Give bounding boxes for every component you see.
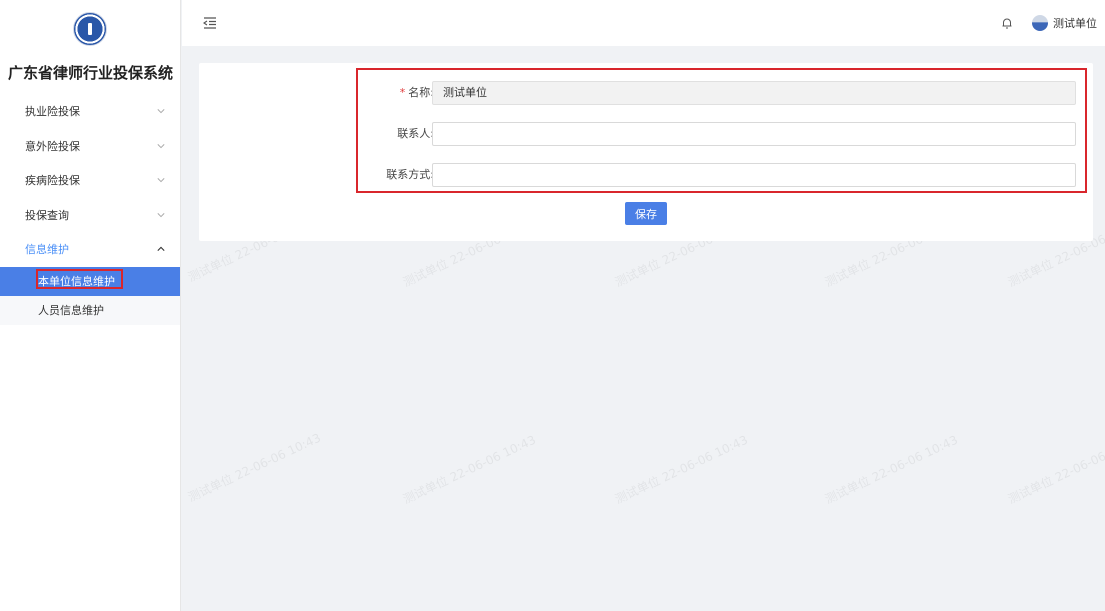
save-button[interactable]: 保存 [625,202,667,225]
chevron-down-icon [156,175,166,185]
unit-info-form: * 名称: 测试单位 联系人: 联系方式: [356,68,1087,193]
logo-icon [73,12,107,46]
sidebar-item-practice-insurance[interactable]: 执业险投保 [0,94,180,129]
chevron-up-icon [156,244,166,254]
user-menu[interactable]: 测试单位 [1032,15,1097,31]
sidebar-item-accident-insurance[interactable]: 意外险投保 [0,129,180,164]
watermark-text: 测试单位 22-06-06 10:43 [612,432,750,507]
highlight-box [36,268,123,289]
sidebar-menu: 执业险投保 意外险投保 疾病险投保 投保查询 信息维护 本单位信息维护 人员信息… [0,94,180,325]
watermark-text: 测试单位 22-06-06 10:43 [1005,433,1105,507]
contact-field[interactable] [432,122,1076,146]
avatar [1032,15,1048,31]
chevron-down-icon [156,210,166,220]
name-field: 测试单位 [432,81,1076,105]
watermark-text: 测试单位 22-06-06 10:43 [822,432,960,507]
bell-icon[interactable] [1000,16,1014,30]
submenu-item-staff-info[interactable]: 人员信息维护 [0,295,180,325]
logo-area [0,0,180,58]
form-row-contact-method: 联系方式: [358,163,1089,187]
contact-label: 联系人: [397,127,434,140]
chevron-down-icon [156,106,166,116]
sidebar: 广东省律师行业投保系统 执业险投保 意外险投保 疾病险投保 投保查询 信息维护 … [0,0,181,611]
watermark-text: 测试单位 22-06-06 10:43 [185,430,323,505]
name-label: * 名称: [399,86,434,99]
app-root: 广东省律师行业投保系统 执业险投保 意外险投保 疾病险投保 投保查询 信息维护 … [0,0,1105,611]
user-name: 测试单位 [1053,17,1097,30]
sidebar-item-label: 意外险投保 [25,139,80,153]
sidebar-item-label: 投保查询 [25,208,69,222]
header-right: 测试单位 [1000,15,1097,31]
contact-method-label: 联系方式: [386,168,434,181]
form-row-name: * 名称: 测试单位 [358,81,1089,105]
sidebar-item-label: 信息维护 [25,243,69,257]
submenu-item-label: 人员信息维护 [38,304,104,317]
sidebar-item-insurance-query[interactable]: 投保查询 [0,198,180,233]
sidebar-item-illness-insurance[interactable]: 疾病险投保 [0,163,180,198]
sidebar-item-label: 疾病险投保 [25,174,80,188]
sidebar-item-info-maintenance[interactable]: 信息维护 [0,232,180,267]
sidebar-item-label: 执业险投保 [25,105,80,119]
chevron-down-icon [156,141,166,151]
top-header: 测试单位 [182,0,1105,46]
form-row-contact: 联系人: [358,122,1089,146]
menu-fold-icon[interactable] [202,16,218,30]
watermark-text: 测试单位 22-06-06 10:43 [400,432,538,507]
app-title: 广东省律师行业投保系统 [8,64,174,82]
contact-method-field[interactable] [432,163,1076,187]
submenu-item-unit-info[interactable]: 本单位信息维护 [0,266,180,296]
required-mark: * [399,86,406,99]
